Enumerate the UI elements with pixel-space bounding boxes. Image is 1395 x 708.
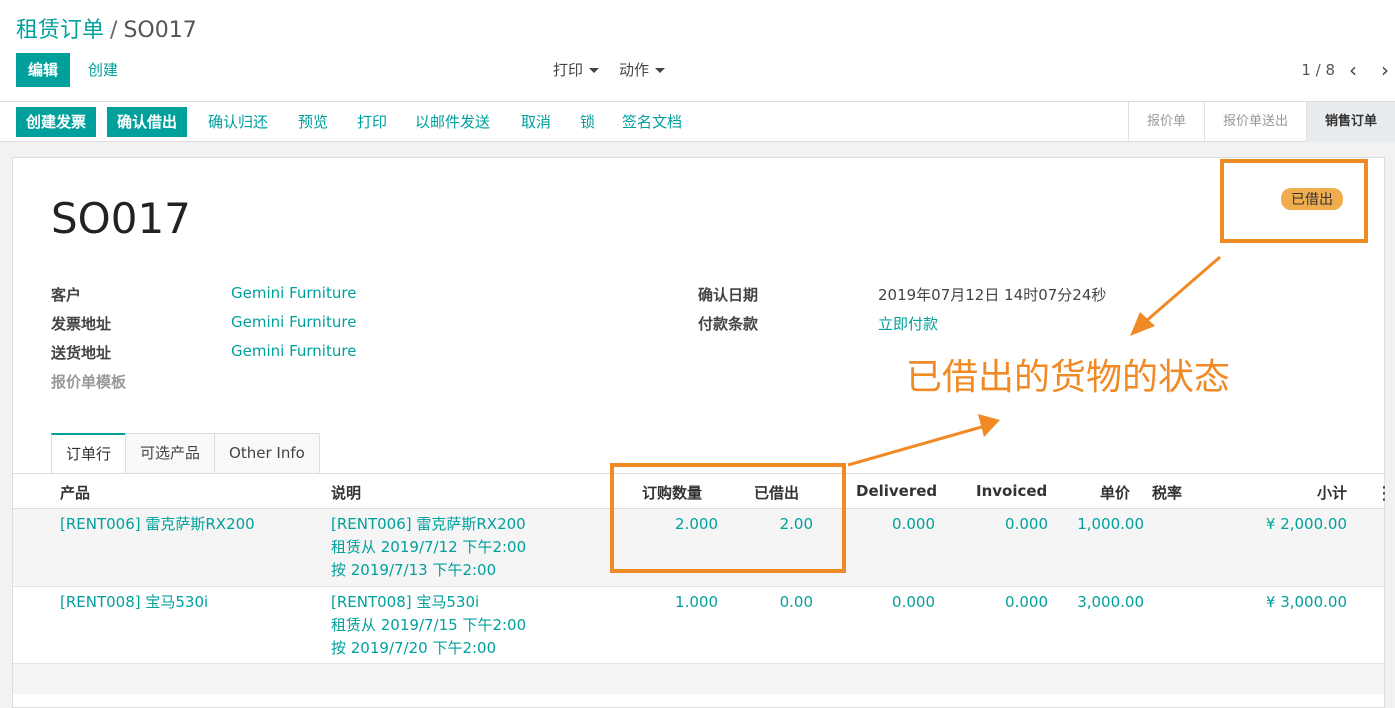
annotation-arrow-line <box>847 424 986 467</box>
annotation-arrow-line <box>1144 255 1221 324</box>
annotation-arrows <box>847 255 1221 467</box>
annotation-arrowhead <box>978 414 1000 437</box>
